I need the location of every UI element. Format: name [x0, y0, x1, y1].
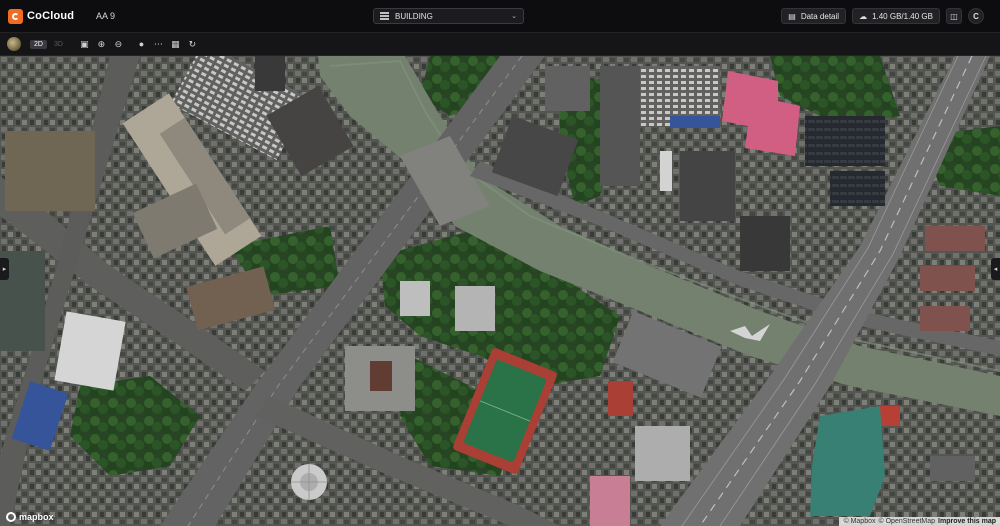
brand-name: CoCloud [27, 10, 75, 22]
measure-area-icon[interactable]: ▦ [167, 37, 184, 51]
mapbox-logo[interactable]: mapbox [6, 512, 54, 522]
storage-button[interactable]: ☁ 1.40 GB/1.40 GB [852, 8, 940, 24]
translate-button[interactable]: ◫ [946, 8, 962, 24]
layer-select-value: BUILDING [395, 11, 433, 21]
left-panel-toggle[interactable]: ▸ [0, 258, 9, 280]
mapbox-logo-icon [6, 512, 16, 522]
data-detail-button[interactable]: ▤ Data detail [781, 8, 847, 24]
zoom-out-icon[interactable]: ⊖ [110, 37, 127, 51]
project-name: AA 9 [96, 11, 116, 21]
translate-icon: ◫ [950, 11, 958, 21]
layers-icon [380, 12, 389, 20]
chevron-down-icon: ⌄ [511, 13, 517, 20]
view-mode-2d[interactable]: 2D [30, 39, 47, 49]
basemap-thumbnail[interactable] [7, 37, 21, 51]
cloud-upload-icon: ☁ [859, 11, 868, 21]
mapbox-logo-text: mapbox [19, 512, 54, 522]
brand[interactable]: CoCloud [8, 8, 80, 24]
chevron-left-icon: ◂ [993, 266, 998, 273]
rotate-icon[interactable]: ↻ [184, 37, 201, 51]
cocloud-logo-icon [8, 8, 23, 24]
marker-icon[interactable]: ● [133, 37, 150, 51]
layer-select[interactable]: BUILDING ⌄ [373, 8, 524, 24]
user-avatar-icon: C [973, 11, 979, 21]
map-attribution: © Mapbox © OpenStreetMap Improve this ma… [839, 517, 1000, 526]
chevron-right-icon: ▸ [2, 266, 7, 273]
data-detail-label: Data detail [800, 11, 840, 21]
attribution-osm-link[interactable]: © OpenStreetMap [879, 518, 936, 525]
fit-view-icon[interactable]: ▣ [76, 37, 93, 51]
app-header: CoCloud AA 9 BUILDING ⌄ ▤ Data detail ☁ … [0, 0, 1000, 33]
satellite-imagery [0, 56, 1000, 526]
measure-line-icon[interactable]: ⋯ [150, 37, 167, 51]
map-toolbar: 2D 3D ▣ ⊕ ⊖ ● ⋯ ▦ ↻ [0, 33, 1000, 56]
data-detail-icon: ▤ [788, 11, 796, 21]
user-avatar-button[interactable]: C [968, 8, 984, 24]
zoom-in-icon[interactable]: ⊕ [93, 37, 110, 51]
attribution-mapbox-link[interactable]: © Mapbox [843, 518, 875, 525]
view-mode-3d[interactable]: 3D [50, 40, 67, 49]
storage-label: 1.40 GB/1.40 GB [872, 11, 933, 21]
improve-map-link[interactable]: Improve this map [938, 518, 996, 525]
map-canvas[interactable]: ▸ ◂ mapbox © Mapbox © OpenStreetMap Impr… [0, 56, 1000, 526]
right-panel-toggle[interactable]: ◂ [991, 258, 1000, 280]
header-right-tools: ▤ Data detail ☁ 1.40 GB/1.40 GB ◫ C [781, 8, 984, 24]
